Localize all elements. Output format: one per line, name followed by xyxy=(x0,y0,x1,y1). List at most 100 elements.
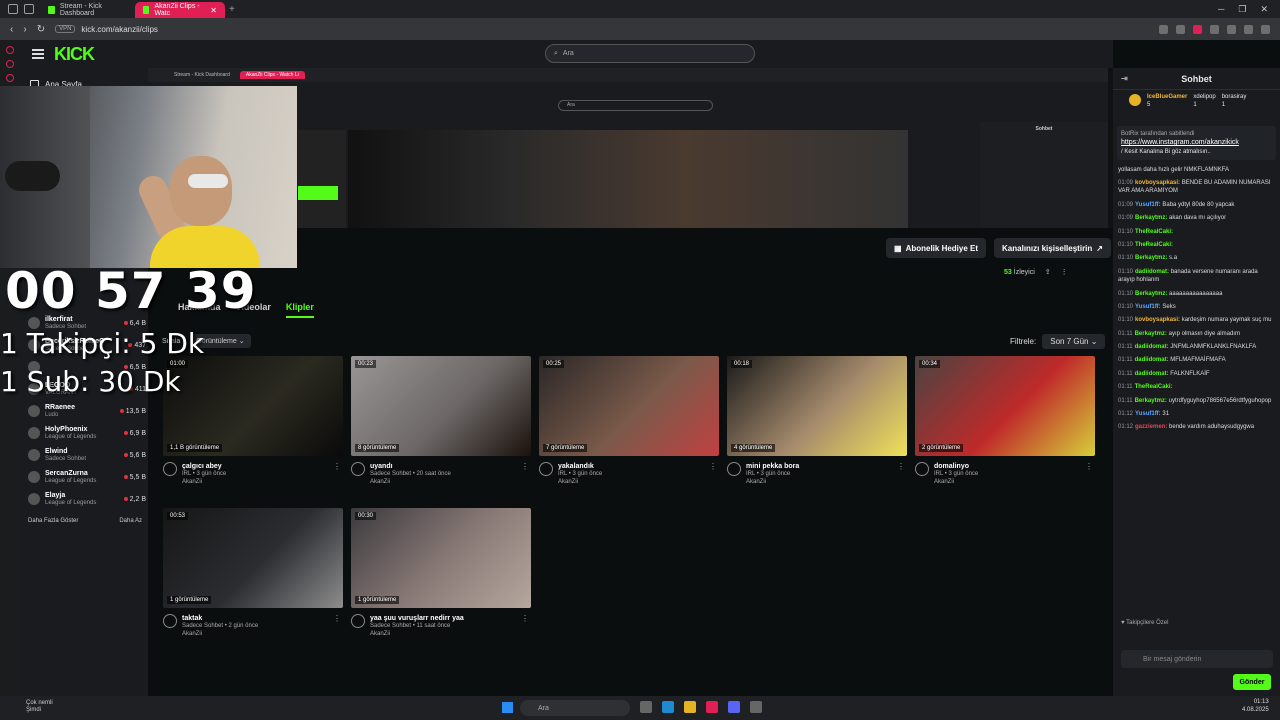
system-clock[interactable]: 01:13 4.08.2025 xyxy=(1242,699,1269,715)
message-user[interactable]: dadiidomat: xyxy=(1135,371,1169,377)
message-user[interactable]: Berkaytmz: xyxy=(1135,331,1167,337)
chat-message[interactable]: 01:11 dadiidomat: JNFMLANMFKLANKLFNAKLFA xyxy=(1118,343,1275,351)
chat-message[interactable]: 01:09 Yusuf1ff: Baba ydtyl 80de 80 yapcak xyxy=(1118,201,1275,209)
message-user[interactable]: dadiidomat: xyxy=(1135,269,1169,275)
edge-icon[interactable] xyxy=(662,701,674,713)
clip-thumbnail[interactable]: 01:00 1,1 B görüntüleme xyxy=(163,356,343,456)
message-user[interactable]: Berkaytmz: xyxy=(1135,215,1167,221)
channel-avatar[interactable] xyxy=(351,462,365,476)
gifter[interactable]: xdelipop 1 xyxy=(1193,94,1215,116)
message-user[interactable]: Berkaytmz: xyxy=(1135,291,1167,297)
collapse-chat-icon[interactable]: ⇥ xyxy=(1121,74,1128,83)
streamer-item[interactable]: RRaenee Ludo 13,5 B xyxy=(28,400,146,422)
app-icon[interactable] xyxy=(750,701,762,713)
chat-message[interactable]: 01:11 dadiidomat: FALKNFLKAİF xyxy=(1118,370,1275,378)
clip-channel[interactable]: AkanZii xyxy=(182,631,258,639)
clip-title[interactable]: yakalandık xyxy=(558,462,602,471)
chat-message[interactable]: 01:12 gazziemen: bende vardım aduhaysudgy… xyxy=(1118,423,1275,431)
kick-logo[interactable]: KICK xyxy=(54,44,95,65)
forward-icon[interactable]: › xyxy=(23,24,26,35)
channel-avatar[interactable] xyxy=(915,462,929,476)
clip-menu-icon[interactable]: ⋮ xyxy=(709,462,717,471)
message-user[interactable]: TheRealCaki: xyxy=(1135,229,1173,235)
chat-message[interactable]: 01:10 kovboysapkasi: kardeşim numara yaym… xyxy=(1118,316,1275,324)
streamer-item[interactable]: Elwind Sadece Sohbet 5,6 B xyxy=(28,444,146,466)
new-tab-icon[interactable]: + xyxy=(229,4,235,15)
message-user[interactable]: Yusuf1ff: xyxy=(1135,411,1161,417)
chat-message[interactable]: 01:11 Berkaytmz: uytrdfyguyhop786567e56rd… xyxy=(1118,397,1275,405)
clip-thumbnail[interactable]: 00:30 1 görüntüleme xyxy=(351,508,531,608)
clip-channel[interactable]: AkanZii xyxy=(370,631,464,639)
clip-channel[interactable]: AkanZii xyxy=(746,479,799,487)
filter-select[interactable]: Son 7 Gün ⌄ xyxy=(1042,334,1106,349)
chat-message[interactable]: 01:09 kovboysapkasi: BENDE BU ADAMIN NUMA… xyxy=(1118,179,1275,196)
message-user[interactable]: TheRealCaki: xyxy=(1135,242,1173,248)
gift-sub-button[interactable]: ▦ Abonelik Hediye Et xyxy=(886,238,987,258)
search-input[interactable]: ⌕ Ara xyxy=(545,44,755,63)
show-less-button[interactable]: Daha Az xyxy=(119,518,142,524)
folder-icon[interactable] xyxy=(684,701,696,713)
workspace-icon[interactable] xyxy=(8,4,18,14)
windows-start-icon[interactable] xyxy=(502,702,513,713)
chat-message[interactable]: 01:10 TheRealCaki: xyxy=(1118,241,1275,249)
tab-clips[interactable]: Klipler xyxy=(285,302,314,318)
clip-title[interactable]: domalinyo xyxy=(934,462,978,471)
clip-title[interactable]: mini pekka bora xyxy=(746,462,799,471)
download-icon[interactable] xyxy=(1244,24,1253,34)
extension-icon[interactable] xyxy=(1176,24,1185,34)
message-user[interactable]: Berkaytmz: xyxy=(1135,398,1167,404)
chat-message[interactable]: 01:11 Berkaytmz: ayıp olmasın diye almadı… xyxy=(1118,330,1275,338)
message-user[interactable]: kovboysapkasi: xyxy=(1135,180,1180,186)
vpn-badge[interactable]: VPN xyxy=(55,25,76,33)
clip-card[interactable]: 00:18 4 görüntüleme mini pekka bora IRL • … xyxy=(727,356,907,491)
clip-title[interactable]: taktak xyxy=(182,614,258,623)
close-window-icon[interactable]: ✕ xyxy=(1260,4,1268,15)
chat-message[interactable]: 01:10 Berkaytmz: s.a xyxy=(1118,254,1275,262)
tab-kick-dashboard[interactable]: Stream - Kick Dashboard xyxy=(40,2,135,18)
sidebar-app-icon[interactable] xyxy=(6,46,14,54)
file-explorer-icon[interactable] xyxy=(640,701,652,713)
chat-message[interactable]: 01:10 TheRealCaki: xyxy=(1118,228,1275,236)
clip-channel[interactable]: AkanZii xyxy=(182,479,226,487)
sidebar-app-icon[interactable] xyxy=(6,60,14,68)
extension-icon[interactable] xyxy=(1159,24,1168,34)
share-icon[interactable]: ⇪ xyxy=(1045,268,1051,276)
clip-card[interactable]: 00:23 8 görüntüleme uyandı Sadece Sohbet •… xyxy=(351,356,531,491)
chat-message[interactable]: yollasam daha hızlı gelir NMKFLAMNKFA xyxy=(1118,166,1275,174)
clip-title[interactable]: uyandı xyxy=(370,462,451,471)
message-user[interactable]: TheRealCaki: xyxy=(1135,384,1173,390)
clip-title[interactable]: yaa şuu vuruşlarr nedirr yaa xyxy=(370,614,464,623)
taskbar-search[interactable]: Ara xyxy=(520,700,630,716)
chat-message[interactable]: 01:10 Yusuf1ff: Seks xyxy=(1118,303,1275,311)
close-tab-icon[interactable]: ✕ xyxy=(210,6,217,15)
clip-card[interactable]: 00:25 7 görüntüleme yakalandık IRL • 3 gün… xyxy=(539,356,719,491)
channel-avatar[interactable] xyxy=(163,462,177,476)
streamer-item[interactable]: HolyPhoenix League of Legends 6,9 B xyxy=(28,422,146,444)
channel-avatar[interactable] xyxy=(351,614,365,628)
streamer-item[interactable]: SercanZurna League of Legends 5,5 B xyxy=(28,466,146,488)
pinned-link[interactable]: https://www.instagram.com/akanzikick xyxy=(1121,138,1272,147)
customize-channel-button[interactable]: Kanalınızı kişiselleştirin ↗ xyxy=(994,238,1111,258)
opera-icon[interactable] xyxy=(706,701,718,713)
clip-thumbnail[interactable]: 00:34 2 görüntüleme xyxy=(915,356,1095,456)
tab-menu-icon[interactable] xyxy=(24,4,34,14)
extension-icon[interactable] xyxy=(1227,24,1236,34)
clip-menu-icon[interactable]: ⋮ xyxy=(897,462,905,471)
message-user[interactable]: dadiidomat: xyxy=(1135,344,1169,350)
clip-title[interactable]: çalgıcı abey xyxy=(182,462,226,471)
message-user[interactable]: gazziemen: xyxy=(1135,424,1167,430)
send-button[interactable]: Gönder xyxy=(1233,674,1271,690)
show-more-button[interactable]: Daha Fazla Göster xyxy=(28,518,78,524)
channel-avatar[interactable] xyxy=(163,614,177,628)
clip-thumbnail[interactable]: 00:25 7 görüntüleme xyxy=(539,356,719,456)
clip-menu-icon[interactable]: ⋮ xyxy=(333,614,341,623)
weather-widget[interactable]: Çok nemli Şimdi xyxy=(26,700,53,714)
message-user[interactable]: Berkaytmz: xyxy=(1135,255,1167,261)
menu-icon[interactable] xyxy=(32,49,44,59)
sidebar-app-icon[interactable] xyxy=(6,74,14,82)
chat-message[interactable]: 01:10 dadiidomat: banada versene numaranı… xyxy=(1118,268,1275,285)
message-user[interactable]: Yusuf1ff: xyxy=(1135,202,1161,208)
gifter[interactable]: IceBlueGamer 5 xyxy=(1147,94,1187,116)
clip-card[interactable]: 00:53 1 görüntüleme taktak Sadece Sohbet •… xyxy=(163,508,343,643)
maximize-icon[interactable]: ❐ xyxy=(1238,4,1246,15)
